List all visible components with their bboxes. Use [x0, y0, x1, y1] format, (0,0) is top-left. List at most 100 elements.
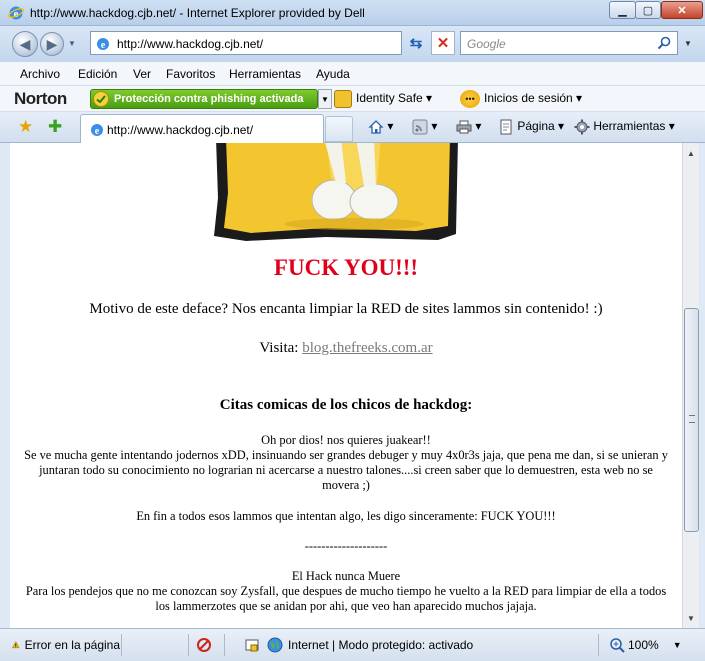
- menu-archivo[interactable]: Archivo: [20, 67, 60, 81]
- svg-text:e: e: [95, 126, 100, 137]
- warning-icon: [12, 641, 20, 649]
- zoom-icon: [610, 638, 625, 653]
- check-icon: [93, 91, 109, 107]
- logins-label: Inicios de sesión: [484, 91, 573, 106]
- globe-icon: [267, 637, 283, 653]
- norton-logo: Norton: [14, 89, 67, 108]
- phishing-protection-button[interactable]: Protección contra phishing activada: [90, 89, 318, 109]
- vertical-scrollbar[interactable]: ▲ ▼: [682, 143, 699, 628]
- status-bar: Error en la página Internet | Modo prote…: [0, 628, 705, 661]
- star-icon[interactable]: ★: [18, 118, 36, 136]
- identity-safe-menu[interactable]: Identity Safe ▾: [334, 90, 432, 108]
- address-input[interactable]: http://www.hackdog.cjb.net/: [117, 37, 263, 51]
- phishing-dropdown[interactable]: ▼: [318, 89, 332, 109]
- tab-current[interactable]: e http://www.hackdog.cjb.net/: [80, 114, 324, 143]
- page-icon: e: [91, 124, 103, 137]
- forward-button[interactable]: ▶: [40, 32, 64, 56]
- feeds-button[interactable]: ▾: [412, 119, 437, 135]
- search-options-dropdown[interactable]: ▼: [684, 39, 692, 48]
- tools-gear-icon: [574, 119, 590, 135]
- window-frame-left: [0, 143, 10, 628]
- stop-icon: ✕: [436, 35, 450, 52]
- scroll-up-button[interactable]: ▲: [683, 145, 699, 161]
- window-frame-right: [699, 143, 705, 628]
- window-title: http://www.hackdog.cjb.net/ - Internet E…: [30, 6, 365, 20]
- phishing-status-label: Protección contra phishing activada: [114, 93, 304, 105]
- search-field[interactable]: Google: [460, 31, 678, 55]
- motivo-text: Motivo de este deface? Nos encanta limpi…: [89, 301, 603, 317]
- identity-safe-label: Identity Safe: [356, 91, 423, 106]
- page-icon: e: [97, 38, 109, 51]
- logins-menu[interactable]: ••• Inicios de sesión ▾: [460, 90, 582, 108]
- status-separator: [121, 634, 122, 656]
- status-separator: [188, 634, 189, 656]
- close-button[interactable]: ✕: [661, 1, 703, 19]
- scroll-down-button[interactable]: ▼: [683, 610, 699, 626]
- error-text: Error en la página: [24, 638, 120, 652]
- title-bar: e http://www.hackdog.cjb.net/ - Internet…: [0, 0, 705, 26]
- zoom-dropdown[interactable]: ▼: [673, 640, 682, 650]
- popup-blocker-status[interactable]: [196, 634, 212, 656]
- zoom-level: 100%: [628, 638, 659, 652]
- page-menu-icon: [500, 119, 512, 135]
- zone-text: Internet | Modo protegido: activado: [288, 638, 474, 652]
- tab-title: http://www.hackdog.cjb.net/: [107, 123, 254, 137]
- svg-text:e: e: [101, 40, 106, 51]
- tools-menu[interactable]: Herramientas ▾: [574, 119, 675, 135]
- search-input[interactable]: Google: [467, 37, 506, 51]
- separator-dashes: --------------------: [304, 539, 388, 553]
- zoom-control[interactable]: 100% ▼: [609, 634, 682, 656]
- menu-ayuda[interactable]: Ayuda: [316, 67, 350, 81]
- refresh-icon: ⇆: [409, 35, 423, 52]
- page-menu-label: Página: [517, 119, 555, 134]
- paragraph-juakear: Oh por dios! nos quieres juakear!! Se ve…: [24, 433, 668, 492]
- tab-command-bar: ★ ✚ e http://www.hackdog.cjb.net/ ▾ ▾ ▾ …: [0, 112, 705, 143]
- address-row: ◀ ▶ ▼ e http://www.hackdog.cjb.net/ ⇆ ✕ …: [0, 26, 705, 62]
- page-headline: FUCK YOU!!!: [273, 255, 419, 280]
- menu-herramientas[interactable]: Herramientas: [229, 67, 301, 81]
- logins-icon: •••: [460, 90, 480, 108]
- hero-image: [214, 143, 458, 241]
- lock-icon: [334, 90, 352, 108]
- back-button[interactable]: ◀: [12, 31, 38, 57]
- menu-edicion[interactable]: Edición: [78, 67, 117, 81]
- page-viewport: FUCK YOU!!! Motivo de este deface? Nos e…: [10, 143, 682, 628]
- print-button[interactable]: ▾: [456, 119, 481, 135]
- status-separator: [224, 634, 225, 656]
- ie-icon: e: [8, 6, 24, 20]
- paragraph-hack-nunca-muere: El Hack nunca Muere Para los pendejos qu…: [25, 569, 667, 613]
- search-icon[interactable]: [657, 36, 671, 50]
- zone-status[interactable]: Internet | Modo protegido: activado: [267, 634, 473, 656]
- forward-icon: ▶: [46, 35, 58, 52]
- home-icon: [368, 120, 384, 134]
- menu-bar: Archivo Edición Ver Favoritos Herramient…: [0, 62, 705, 86]
- add-favorite-icon[interactable]: ✚: [48, 118, 66, 136]
- page-menu[interactable]: Página ▾: [498, 119, 564, 135]
- paragraph-en-fin: En fin a todos esos lammos que intentan …: [136, 509, 556, 523]
- page-error-status[interactable]: Error en la página: [12, 634, 120, 656]
- menu-ver[interactable]: Ver: [133, 67, 151, 81]
- maximize-button[interactable]: ▢: [635, 1, 661, 19]
- home-button[interactable]: ▾: [368, 119, 393, 135]
- minimize-button[interactable]: ▁: [609, 1, 636, 19]
- recent-pages-dropdown[interactable]: ▼: [68, 39, 76, 48]
- tools-menu-label: Herramientas: [593, 119, 666, 134]
- security-icon: [245, 639, 259, 652]
- stop-button[interactable]: ✕: [431, 31, 455, 55]
- norton-toolbar: Norton Protección contra phishing activa…: [0, 86, 705, 112]
- scroll-grip: [689, 415, 695, 423]
- blocked-icon: [197, 638, 211, 652]
- citas-heading: Citas comicas de los chicos de hackdog:: [219, 397, 473, 413]
- scroll-thumb[interactable]: [684, 308, 699, 532]
- menu-favoritos[interactable]: Favoritos: [166, 67, 215, 81]
- print-icon: [456, 120, 472, 134]
- address-bar[interactable]: e http://www.hackdog.cjb.net/: [90, 31, 402, 55]
- back-icon: ◀: [19, 35, 31, 52]
- security-status[interactable]: [244, 634, 260, 656]
- blog-link[interactable]: blog.thefreeks.com.ar: [302, 340, 432, 356]
- refresh-button[interactable]: ⇆: [404, 31, 428, 55]
- new-tab-button[interactable]: [325, 116, 353, 142]
- visita-line: Visita: blog.thefreeks.com.ar: [10, 340, 682, 357]
- visita-label: Visita:: [259, 340, 303, 356]
- status-separator: [598, 634, 599, 656]
